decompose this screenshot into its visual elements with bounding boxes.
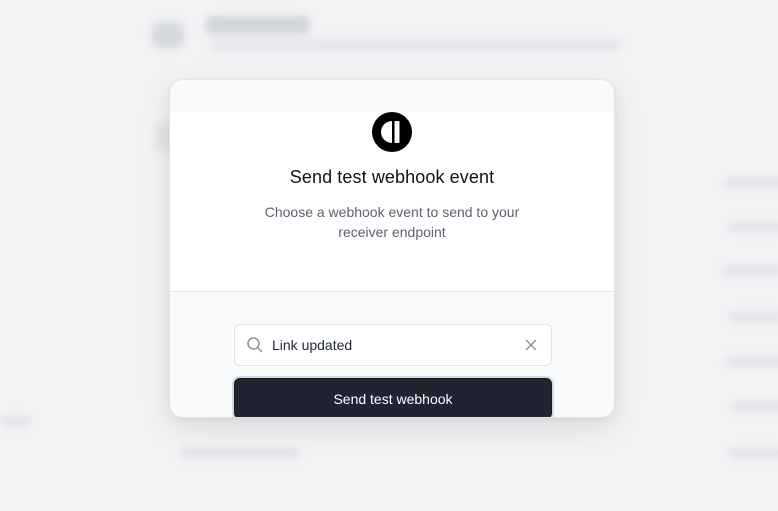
background-row bbox=[726, 356, 778, 366]
background-row bbox=[0, 416, 30, 426]
search-icon bbox=[247, 337, 263, 353]
background-title bbox=[206, 16, 310, 34]
background-row bbox=[730, 312, 778, 322]
background-row bbox=[728, 222, 778, 232]
modal-description: Choose a webhook event to send to your r… bbox=[264, 204, 520, 240]
brand-logo-icon bbox=[372, 112, 412, 152]
modal-header: Send test webhook event Choose a webhook… bbox=[170, 112, 614, 292]
background-row bbox=[722, 266, 778, 276]
send-test-webhook-modal: Send test webhook event Choose a webhook… bbox=[169, 79, 615, 418]
background-row bbox=[725, 178, 778, 188]
close-icon[interactable] bbox=[524, 338, 538, 352]
event-search-field[interactable] bbox=[234, 324, 552, 366]
background-row bbox=[180, 448, 300, 458]
background-row bbox=[732, 402, 778, 412]
send-test-webhook-button[interactable]: Send test webhook bbox=[234, 378, 552, 417]
background-row bbox=[728, 448, 778, 458]
modal-title: Send test webhook event bbox=[289, 167, 495, 187]
event-search-input[interactable] bbox=[272, 325, 518, 365]
modal-body: Send test webhook bbox=[170, 292, 614, 417]
background-icon bbox=[152, 22, 184, 48]
background-subtitle bbox=[210, 40, 620, 50]
